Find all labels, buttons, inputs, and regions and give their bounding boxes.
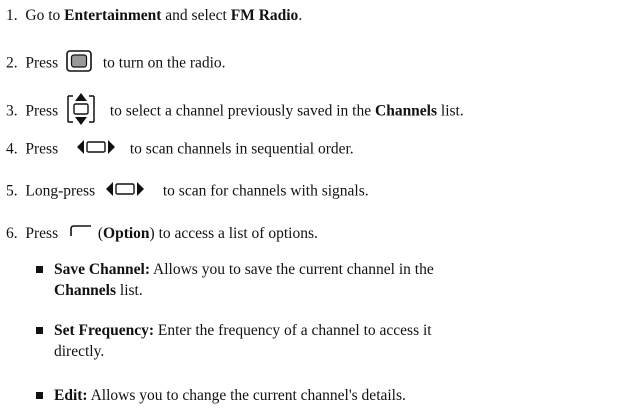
option-term: Edit: bbox=[54, 387, 88, 404]
bullet-icon bbox=[36, 327, 43, 334]
left-right-key-icon bbox=[105, 180, 145, 204]
option-term: Save Channel: bbox=[54, 261, 151, 278]
square-key-icon bbox=[66, 50, 92, 78]
step-1: 1. Go to Entertainment and select FM Rad… bbox=[6, 7, 303, 24]
manual-page: 1. Go to Entertainment and select FM Rad… bbox=[0, 0, 619, 410]
option-item-save-channel: Save Channel: Allows you to save the cur… bbox=[36, 259, 434, 301]
option-term: Set Frequency: bbox=[54, 322, 155, 339]
left-right-key-icon bbox=[76, 138, 116, 162]
option-softkey-icon bbox=[70, 224, 92, 244]
up-down-key-icon bbox=[66, 92, 96, 132]
step-2: 2. Press to turn on the radio. bbox=[6, 50, 226, 78]
option-item-edit: Edit: Allows you to change the current c… bbox=[36, 385, 406, 406]
step-3: 3. Press to select a channel previously … bbox=[6, 92, 464, 132]
step-6: 6. Press (Option) to access a list of op… bbox=[6, 224, 318, 244]
channels-term: Channels bbox=[375, 102, 438, 120]
channels-term: Channels bbox=[54, 282, 117, 299]
step-4: 4. Press to scan channels in sequential … bbox=[6, 138, 354, 162]
entertainment-term: Entertainment bbox=[64, 7, 162, 24]
fm-radio-term: FM Radio bbox=[230, 7, 299, 24]
bullet-icon bbox=[36, 392, 43, 399]
option-item-set-frequency: Set Frequency: Enter the frequency of a … bbox=[36, 320, 432, 362]
step-5: 5. Long-press to scan for channels with … bbox=[6, 180, 369, 204]
option-term: Option bbox=[103, 225, 150, 242]
bullet-icon bbox=[36, 266, 43, 273]
